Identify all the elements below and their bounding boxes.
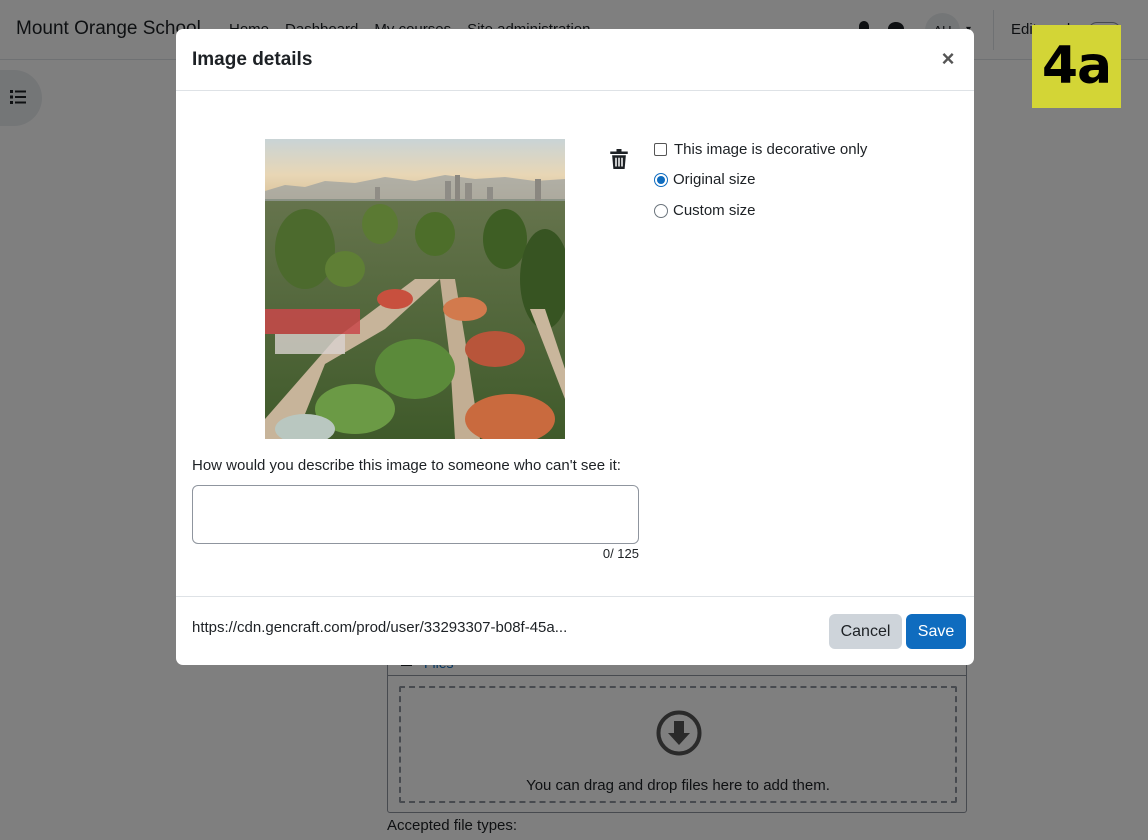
image-url: https://cdn.gencraft.com/prod/user/33293…	[192, 619, 568, 636]
decorative-only-option[interactable]: This image is decorative only	[654, 141, 867, 158]
trash-icon[interactable]	[610, 149, 628, 169]
custom-size-radio[interactable]	[654, 203, 668, 218]
image-preview	[265, 139, 565, 439]
original-size-option[interactable]: Original size	[654, 171, 756, 188]
close-icon[interactable]: ×	[939, 47, 957, 71]
alt-text-label: How would you describe this image to som…	[192, 457, 621, 474]
modal-header: Image details ×	[176, 29, 974, 91]
original-size-label: Original size	[673, 171, 756, 188]
image-details-dialog: Image details × This image is decorative…	[176, 29, 974, 665]
decorative-only-label: This image is decorative only	[674, 141, 868, 158]
alt-text-input[interactable]	[192, 485, 639, 544]
custom-size-label: Custom size	[673, 202, 756, 219]
step-badge: 4a	[1032, 25, 1121, 108]
original-size-radio[interactable]	[654, 172, 668, 187]
modal-title: Image details	[192, 49, 313, 70]
alt-text-char-count: 0/ 125	[602, 546, 639, 561]
save-button[interactable]: Save	[906, 614, 966, 649]
custom-size-option[interactable]: Custom size	[654, 202, 756, 219]
cancel-button[interactable]: Cancel	[829, 614, 902, 649]
modal-footer: https://cdn.gencraft.com/prod/user/33293…	[176, 596, 974, 665]
decorative-only-checkbox[interactable]	[654, 143, 667, 156]
garden-image	[265, 139, 565, 439]
